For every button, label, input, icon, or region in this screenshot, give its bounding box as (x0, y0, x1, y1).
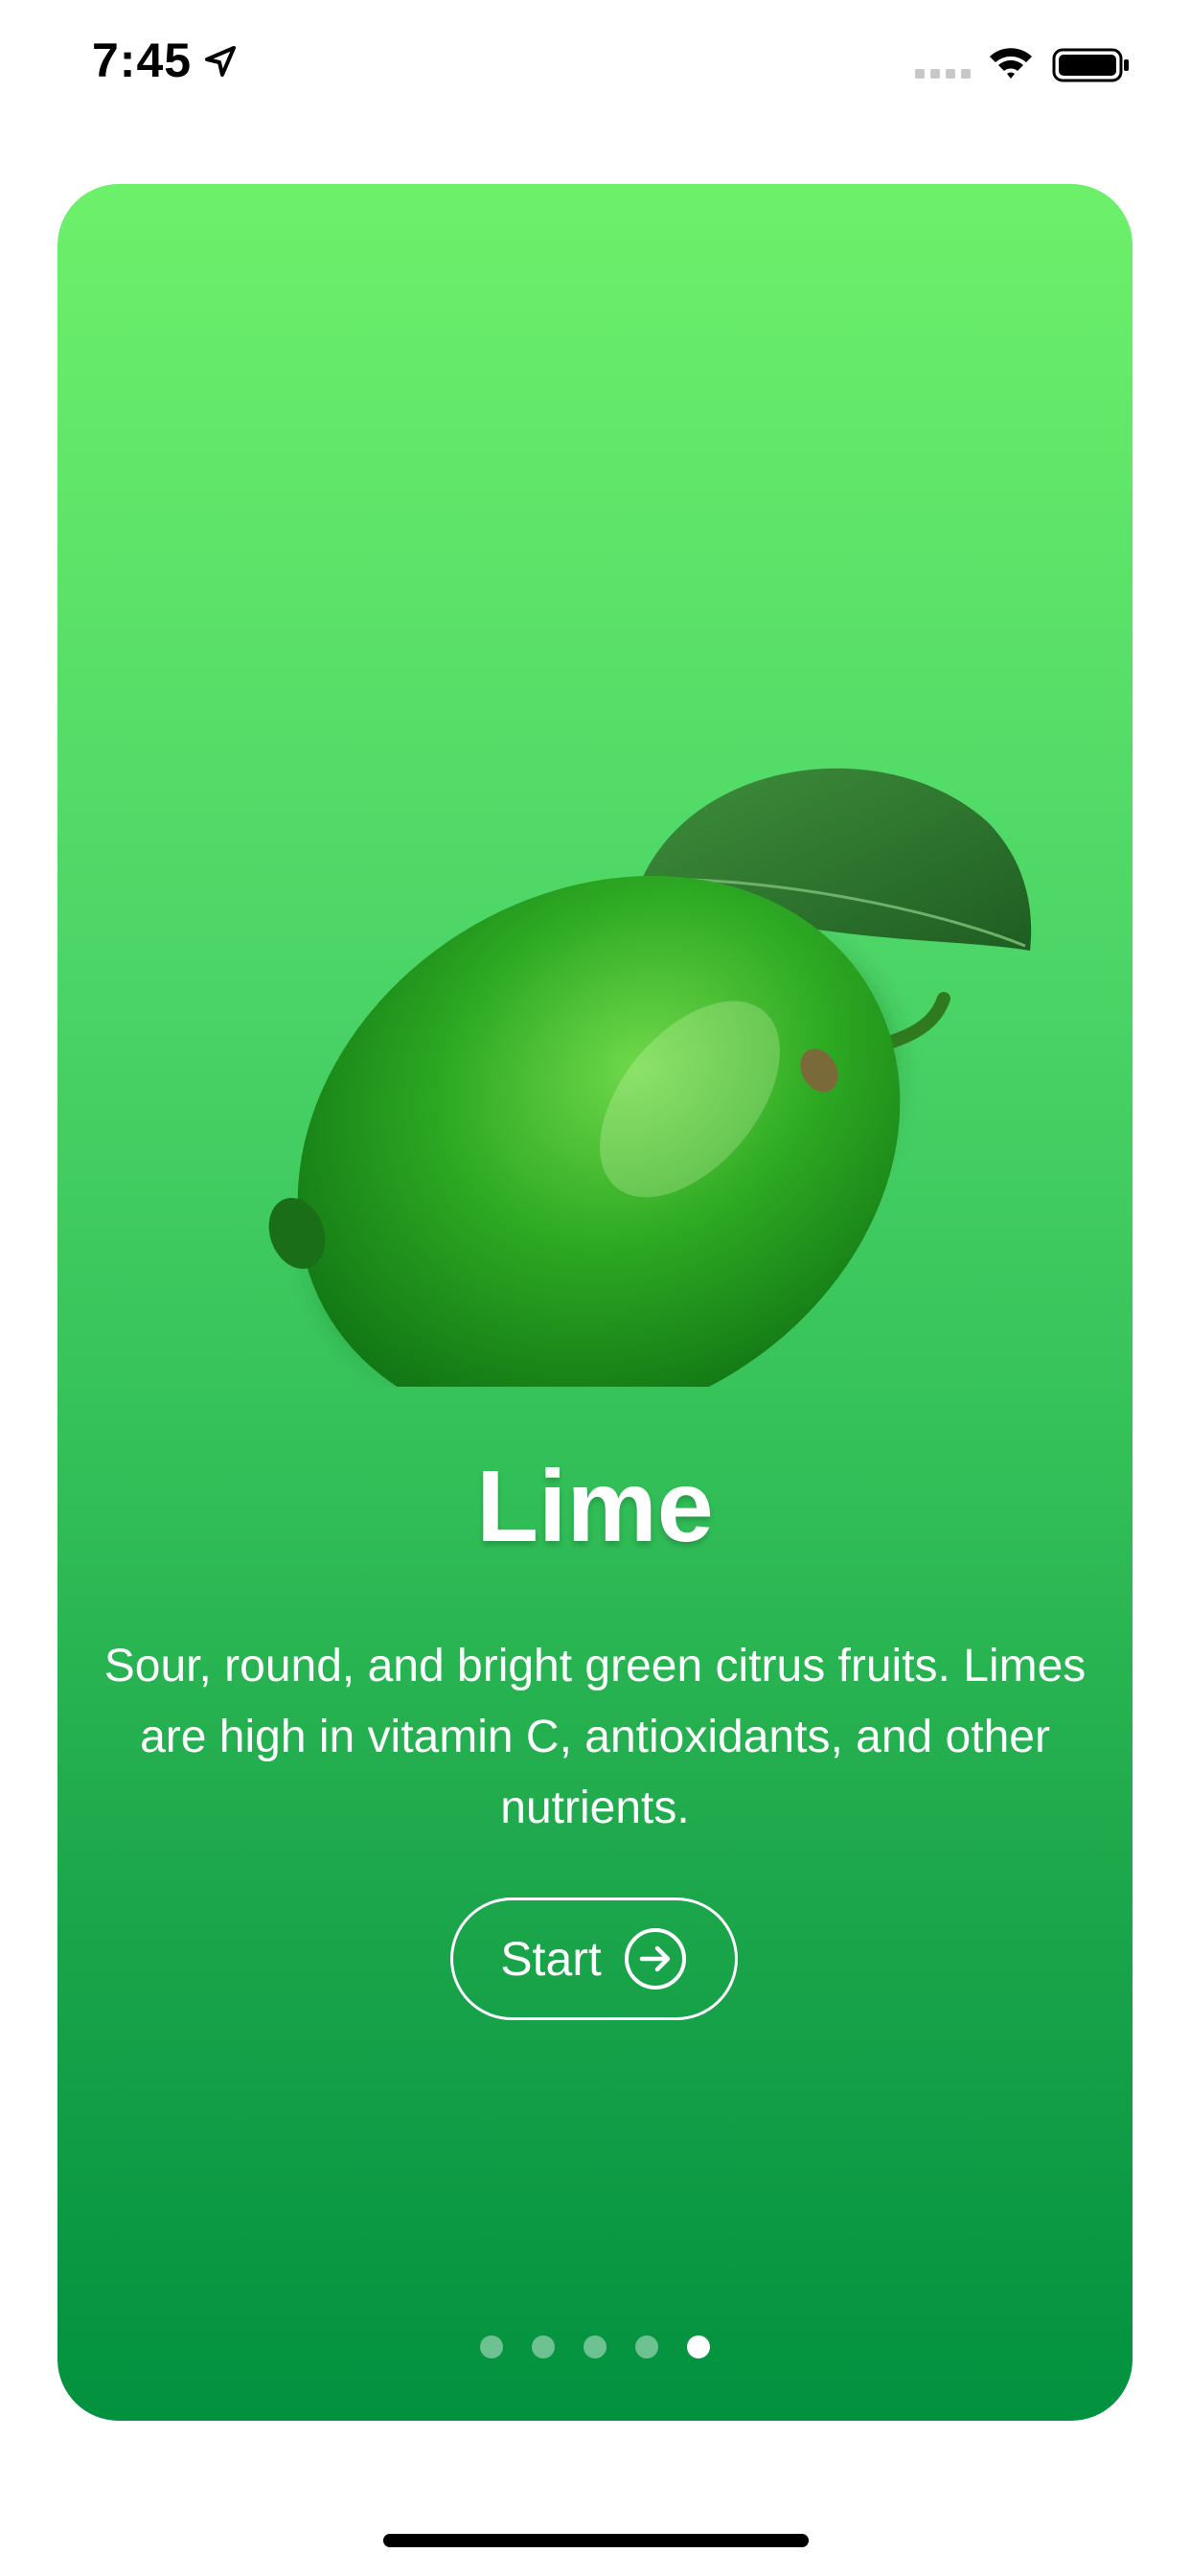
wifi-icon (990, 48, 1032, 79)
fruit-title: Lime (476, 1450, 714, 1563)
fruit-description: Sour, round, and bright green citrus fru… (103, 1641, 1087, 1833)
cellular-signal-icon (915, 69, 971, 79)
onboarding-screen: 7:45 Lime Sour, round, and bright green … (0, 0, 1190, 2576)
battery-icon (1052, 48, 1129, 82)
start-button[interactable]: Start (450, 1898, 738, 2020)
status-bar: 7:45 (0, 0, 1190, 126)
page-dot-4[interactable] (635, 2335, 658, 2358)
start-button-label: Start (500, 1932, 602, 1986)
page-indicator[interactable] (57, 2335, 1133, 2364)
fruit-card[interactable]: Lime Sour, round, and bright green citru… (57, 184, 1133, 2421)
arrow-right-circle-icon (624, 1928, 686, 1990)
page-dot-5[interactable] (687, 2335, 710, 2358)
location-arrow-icon (205, 46, 236, 77)
page-dot-3[interactable] (584, 2335, 606, 2358)
page-dot-2[interactable] (532, 2335, 555, 2358)
page-dot-1[interactable] (480, 2335, 503, 2358)
status-time: 7:45 (92, 34, 193, 87)
lime-fruit-illustration (268, 768, 1032, 1387)
home-indicator[interactable] (383, 2534, 809, 2547)
